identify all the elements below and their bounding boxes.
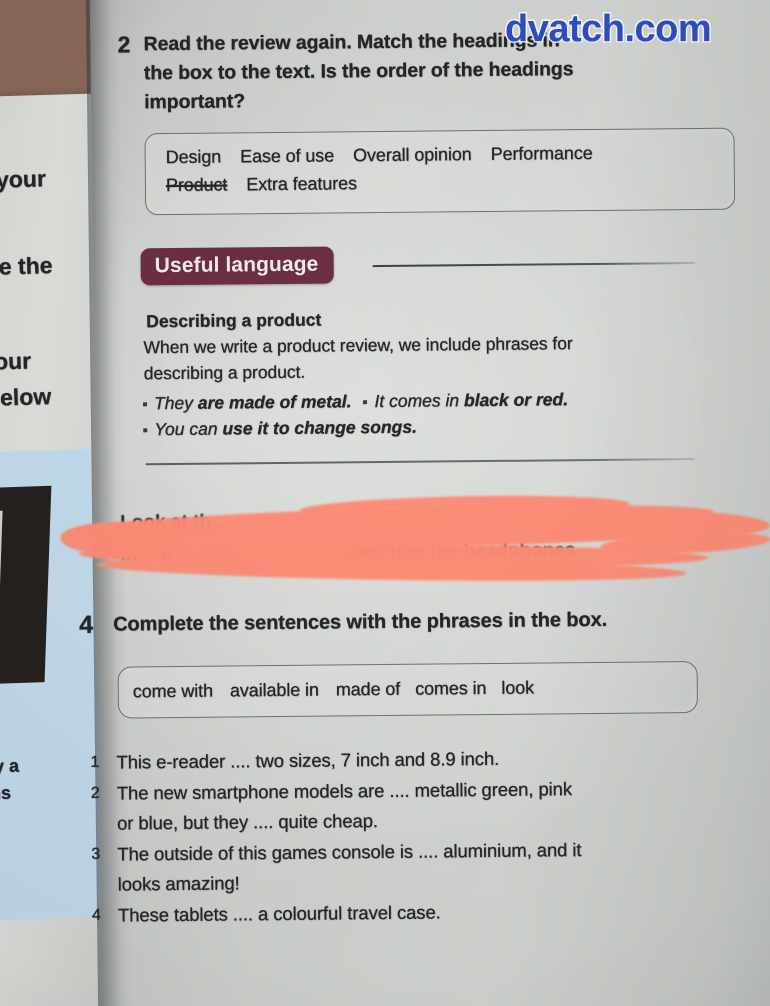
useful-language-examples: They are made of metal. It comes in black… — [143, 385, 713, 442]
example-2-bold: black or red. — [463, 389, 569, 411]
useful-language-example-row-2: You can use it to change songs. — [143, 411, 713, 442]
example-made-of-metal: They are made of metal. — [143, 388, 352, 416]
exercise-2-instruction-line-2: the box to the text. Is the order of the… — [143, 58, 574, 85]
sentence-2-line-1: The new smartphone models are .... metal… — [116, 778, 573, 804]
word-extra-features: Extra features — [246, 173, 358, 195]
useful-language-bottom-rule — [145, 458, 695, 465]
exercise-4-instruction: Complete the sentences with the phrases … — [113, 608, 608, 636]
exercise-4-sentence-4: 4 These tablets .... a colourful travel … — [90, 895, 750, 931]
exercise-2-word-box-content: Design Ease of use Overall opinion Performa… — [145, 129, 734, 210]
example-1-plain: They — [153, 392, 198, 414]
exercise-4-sentence-3: 3 The outside of this games console is .… — [89, 834, 750, 900]
sentence-2-number: 2 — [90, 784, 100, 802]
word-design: Design — [165, 146, 222, 168]
phrase-made-of: made of — [335, 678, 401, 700]
exercise-2-word-row-2: Product Extra features — [166, 166, 716, 199]
exercise-4-number: 4 — [79, 610, 94, 639]
sentence-2-line-2: or blue, but they .... quite cheap. — [116, 810, 378, 834]
phrase-come-with: come with — [132, 680, 214, 702]
word-ease-of-use: Ease of use — [240, 145, 335, 167]
sentence-1-number: 1 — [90, 753, 100, 771]
exercise-4-word-box-content: come with available in made of comes in look — [119, 662, 697, 716]
exercise-4-word-box: come with available in made of comes in look — [117, 661, 699, 719]
phrase-look: look — [501, 677, 535, 698]
sentence-2-text: The new smartphone models are .... metal… — [117, 774, 573, 838]
page-content: 2 Read the review again. Match the headi… — [0, 0, 770, 1006]
square-bullet-icon — [363, 400, 368, 405]
textbook-page-photo: your se the our below y a ns 2 Read the … — [0, 0, 770, 1006]
phrase-comes-in: comes in — [415, 678, 487, 699]
word-performance: Performance — [490, 142, 593, 164]
exercise-4-heading: 4 Complete the sentences with the phrase… — [79, 606, 607, 640]
sentence-1-line-1: This e-reader .... two sizes, 7 inch and… — [116, 747, 500, 773]
exercise-2-word-box: Design Ease of use Overall opinion Performa… — [144, 127, 736, 216]
sentence-3-line-2: looks amazing! — [117, 872, 240, 895]
sentence-3-number: 3 — [91, 845, 101, 863]
useful-language-rule — [372, 262, 695, 268]
useful-language-subheading: Describing a product — [146, 309, 322, 332]
example-1-bold: are made of metal. — [197, 391, 352, 413]
example-change-songs: You can use it to change songs. — [143, 414, 417, 443]
sentence-3-text: The outside of this games console is ...… — [117, 835, 582, 899]
exercise-4-sentence-1: 1 This e-reader .... two sizes, 7 inch a… — [88, 742, 748, 778]
useful-language-body: When we write a product review, we inclu… — [143, 330, 703, 386]
square-bullet-icon — [143, 402, 148, 407]
watermark-dvatch-com: dvatch.com — [503, 7, 713, 52]
useful-language-body-line-2: describing a product. — [143, 361, 306, 383]
word-overall-opinion: Overall opinion — [352, 144, 472, 166]
useful-language-badge: Useful language — [140, 246, 334, 286]
example-3-plain: You can — [154, 418, 223, 440]
square-bullet-icon — [143, 428, 148, 433]
sentence-4-number: 4 — [91, 906, 101, 924]
example-3-bold: use it to change songs. — [222, 416, 417, 439]
sentence-3-line-1: The outside of this games console is ...… — [117, 839, 582, 865]
sentence-4-line-1: These tablets .... a colourful travel ca… — [117, 901, 441, 926]
exercise-4-sentence-2: 2 The new smartphone models are .... met… — [89, 773, 750, 839]
example-comes-in-black-or-red: It comes in black or red. — [363, 386, 568, 414]
phrase-available-in: available in — [229, 679, 319, 701]
exercise-2-number: 2 — [117, 31, 131, 58]
exercise-4-sentence-list: 1 This e-reader .... two sizes, 7 inch a… — [88, 742, 750, 932]
exercise-2-instruction-line-3: important? — [144, 90, 246, 114]
word-product-struck: Product — [165, 174, 228, 196]
sentence-4-text: These tablets .... a colourful travel ca… — [118, 897, 441, 930]
example-2-plain: It comes in — [374, 390, 465, 412]
sentence-1-text: This e-reader .... two sizes, 7 inch and… — [116, 744, 499, 778]
